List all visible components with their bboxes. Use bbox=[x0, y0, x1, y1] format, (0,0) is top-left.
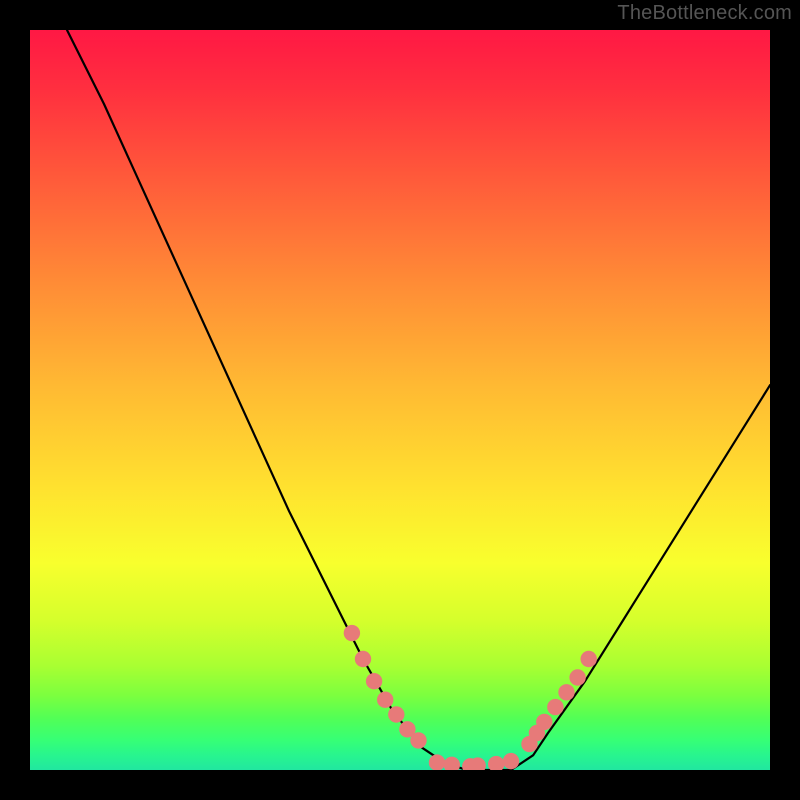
attribution-label: TheBottleneck.com bbox=[617, 2, 792, 25]
data-point bbox=[355, 651, 371, 667]
data-point bbox=[547, 699, 563, 715]
data-point bbox=[444, 757, 460, 770]
data-point bbox=[366, 673, 382, 689]
data-point bbox=[388, 706, 404, 722]
plot-area bbox=[30, 30, 770, 770]
data-point bbox=[536, 714, 552, 730]
chart-canvas: TheBottleneck.com bbox=[0, 0, 800, 800]
data-point bbox=[429, 754, 445, 770]
data-point bbox=[581, 651, 597, 667]
data-point bbox=[377, 692, 393, 708]
data-point bbox=[488, 756, 504, 770]
data-point bbox=[569, 669, 585, 685]
curve-svg bbox=[30, 30, 770, 770]
data-point bbox=[344, 625, 360, 641]
data-point bbox=[558, 684, 574, 700]
data-point bbox=[410, 732, 426, 748]
bottleneck-curve bbox=[67, 30, 770, 770]
data-point bbox=[503, 753, 519, 769]
